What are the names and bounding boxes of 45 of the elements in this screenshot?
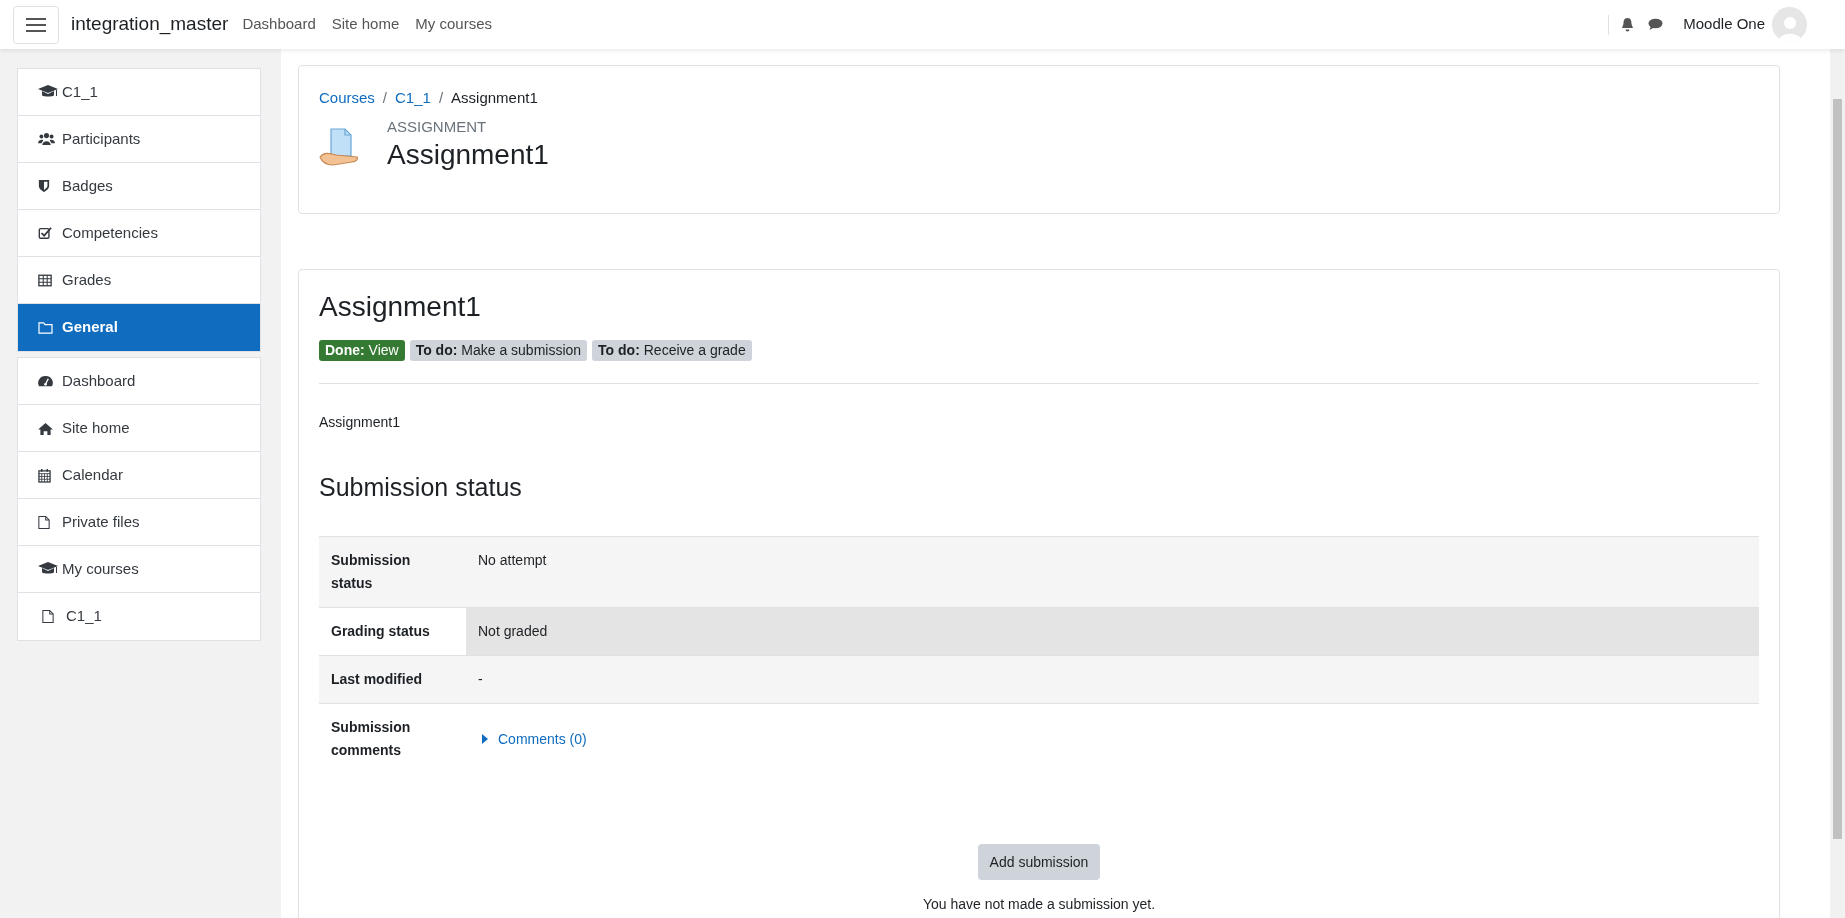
- add-submission-button[interactable]: Add submission: [977, 844, 1101, 880]
- row-label: Submission comments: [330, 718, 412, 760]
- menu-button[interactable]: [13, 5, 59, 44]
- page-title: Assignment1: [387, 137, 549, 172]
- caret-icon: [482, 734, 488, 744]
- menu-icon: [25, 16, 47, 33]
- completion-badge: To do: Make a submission: [409, 340, 588, 361]
- shield-icon: [38, 179, 50, 193]
- site-name[interactable]: integration_master: [71, 10, 229, 39]
- section-heading: Submission status: [319, 472, 523, 502]
- nav-link[interactable]: Dashboard: [242, 13, 316, 36]
- notifications-icon[interactable]: [1621, 17, 1635, 32]
- completion-badge: To do: Receive a grade: [592, 340, 752, 361]
- breadcrumb-separator: /: [382, 88, 388, 108]
- users-icon: [38, 132, 55, 146]
- row-value: -: [477, 670, 484, 689]
- breadcrumb-current: Assignment1: [451, 88, 538, 108]
- file-icon: [38, 514, 50, 530]
- sidebar-item[interactable]: General: [18, 304, 260, 351]
- house-icon: [38, 421, 53, 435]
- nav-link[interactable]: Site home: [331, 13, 400, 36]
- breadcrumb-separator: /: [438, 88, 444, 108]
- file-icon: [42, 609, 54, 624]
- table-icon: [38, 273, 52, 287]
- messages-icon[interactable]: [1648, 18, 1664, 31]
- breadcrumb-link[interactable]: Courses: [319, 87, 375, 110]
- user-name[interactable]: Moodle One: [1683, 13, 1765, 36]
- comments-link[interactable]: Comments (0): [478, 727, 587, 751]
- folder-icon: [38, 321, 53, 334]
- row-value: No attempt: [477, 551, 548, 570]
- completion-badge: Done: View: [319, 340, 405, 361]
- calendar-icon: [38, 467, 51, 483]
- row-label: Last modified: [330, 670, 423, 689]
- breadcrumb-link[interactable]: C1_1: [395, 87, 431, 110]
- activity-description: Assignment1: [319, 413, 401, 432]
- row-label: Submission status: [330, 551, 412, 593]
- nav-link[interactable]: My courses: [415, 13, 492, 36]
- scrollbar[interactable]: [1830, 49, 1845, 918]
- activity-title: Assignment1: [319, 290, 482, 324]
- row-value: Not graded: [466, 608, 1759, 655]
- module-type-label: ASSIGNMENT: [387, 117, 488, 136]
- gauge-icon: [38, 374, 53, 388]
- checkbox-icon: [38, 226, 52, 240]
- submission-note: You have not made a submission yet.: [922, 895, 1156, 914]
- row-label: Grading status: [330, 622, 431, 641]
